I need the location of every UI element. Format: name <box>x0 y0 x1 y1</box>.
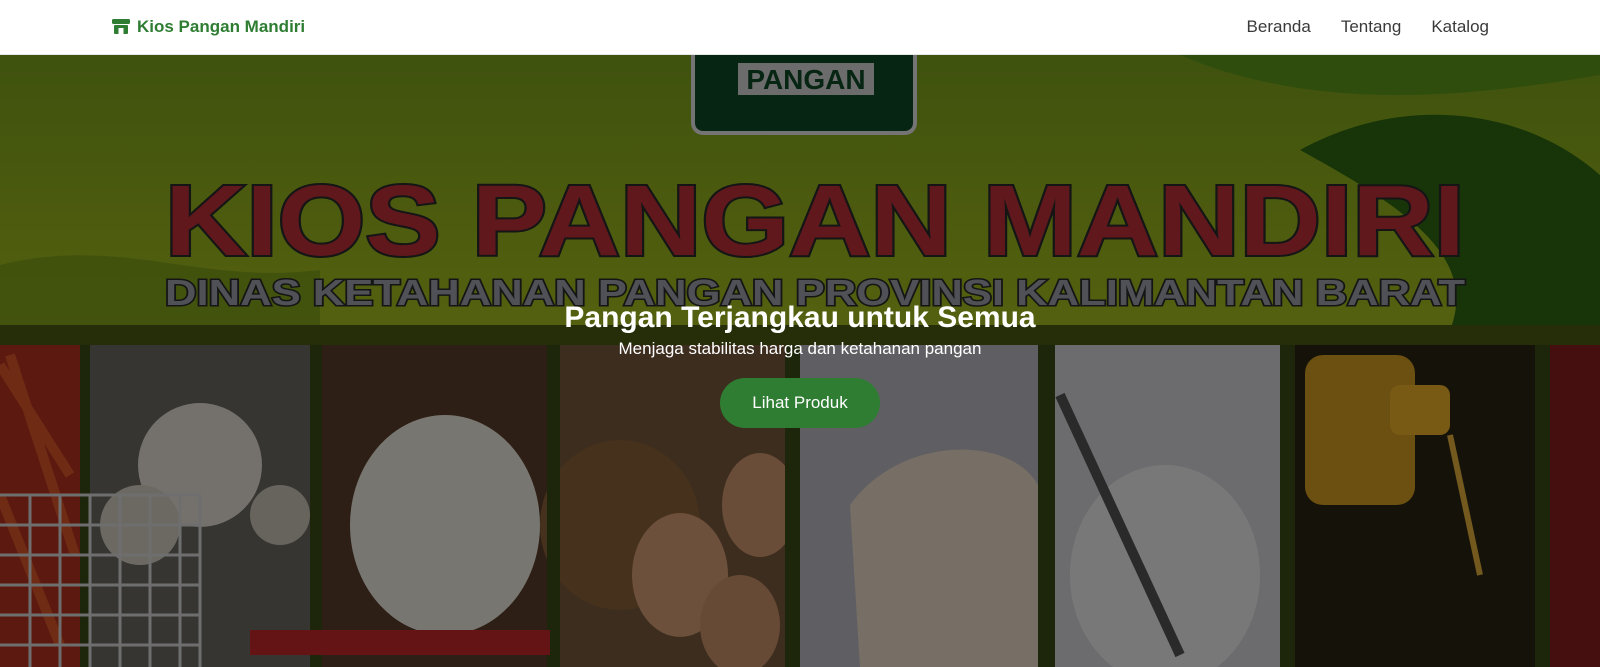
nav-link-tentang[interactable]: Tentang <box>1341 17 1402 37</box>
nav-links: Beranda Tentang Katalog <box>1247 17 1489 37</box>
hero-section: PANGAN KIOS PANGAN MANDIRI DINAS KETAHAN… <box>0 55 1600 667</box>
nav-link-katalog[interactable]: Katalog <box>1431 17 1489 37</box>
store-icon <box>111 17 131 37</box>
hero-title: Pangan Terjangkau untuk Semua <box>564 301 1036 334</box>
brand-name: Kios Pangan Mandiri <box>137 17 306 36</box>
hero-subtitle: Menjaga stabilitas harga dan ketahanan p… <box>618 339 982 358</box>
view-products-button[interactable]: Lihat Produk <box>720 378 880 428</box>
nav-link-beranda[interactable]: Beranda <box>1247 17 1311 37</box>
hero-content: Pangan Terjangkau untuk Semua Menjaga st… <box>0 300 1600 428</box>
navbar: Kios Pangan Mandiri Beranda Tentang Kata… <box>0 0 1600 55</box>
brand-link[interactable]: Kios Pangan Mandiri <box>111 17 305 37</box>
